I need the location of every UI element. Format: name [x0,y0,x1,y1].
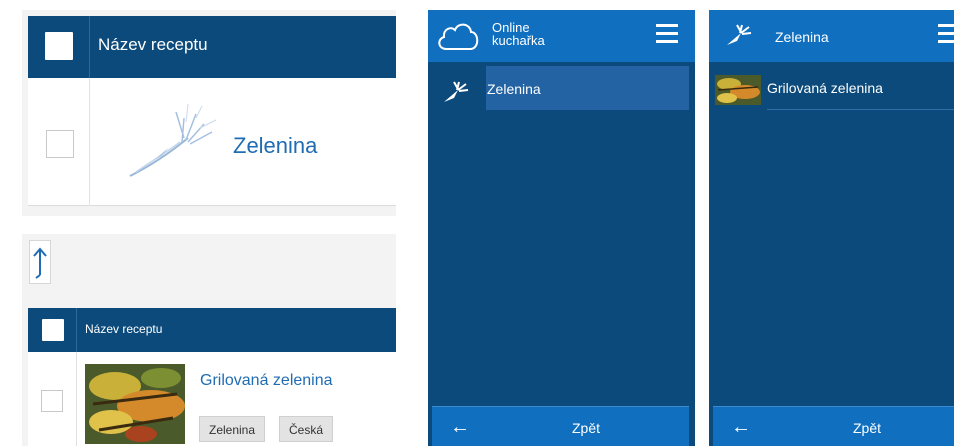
arrow-left-icon: ← [731,416,751,438]
table-row[interactable]: Zelenina [28,78,396,206]
mobile-menu-screen: Online kuchařka Zelenina ← Zpět [428,10,695,446]
tag-badge[interactable]: Zelenina [199,416,266,442]
recipe-name-link[interactable]: Grilovaná zelenina [200,372,333,390]
list-item[interactable]: Grilovaná zelenina [709,66,954,110]
mobile-top-bar: Online kuchařka [428,10,695,62]
select-all-checkbox[interactable] [42,319,64,341]
recipe-thumbnail-image[interactable] [85,364,185,444]
table-row[interactable]: Grilovaná zelenina Zelenina Česká [28,352,396,446]
column-header-recipe-name[interactable]: Název receptu [98,35,208,55]
recipe-thumbnail-image [715,75,761,105]
app-title-line-2: kuchařka [492,33,545,48]
back-button[interactable]: ← Zpět [713,406,954,446]
back-button-label: Zpět [853,420,882,436]
mobile-top-bar: Zelenina [709,10,954,62]
menu-item-zelenina[interactable]: Zelenina [486,66,689,110]
level-up-button[interactable] [29,240,51,284]
recipe-table-header: Název receptu [28,308,396,352]
row-checkbox[interactable] [41,390,63,412]
carrot-icon [727,24,752,45]
arrow-left-icon: ← [450,416,470,438]
menu-item-label: Zelenina [487,81,541,97]
row-divider [89,78,90,206]
column-header-recipe-name[interactable]: Název receptu [85,322,162,336]
carrot-image [129,103,217,177]
arrow-up-icon [33,247,47,279]
cloud-logo-icon[interactable] [436,20,480,52]
row-checkbox[interactable] [46,130,74,158]
back-button-label: Zpět [572,420,601,436]
list-divider [767,109,954,110]
header-divider [89,16,90,78]
app-title: Online kuchařka [492,21,582,47]
category-name-link[interactable]: Zelenina [233,133,317,159]
row-divider [76,352,77,446]
select-all-checkbox[interactable] [45,32,73,60]
list-item-label: Grilovaná zelenina [767,80,883,96]
hamburger-menu-icon[interactable] [938,24,954,44]
screen-title: Zelenina [775,29,829,45]
tag-badge[interactable]: Česká [279,416,334,442]
header-divider [76,308,77,352]
category-table-header: Název receptu [28,16,396,78]
back-button[interactable]: ← Zpět [432,406,689,446]
hamburger-menu-icon[interactable] [656,24,678,44]
carrot-icon [444,81,469,102]
mobile-list-screen: Zelenina Grilovaná zelenina ← Zpět [709,10,954,446]
